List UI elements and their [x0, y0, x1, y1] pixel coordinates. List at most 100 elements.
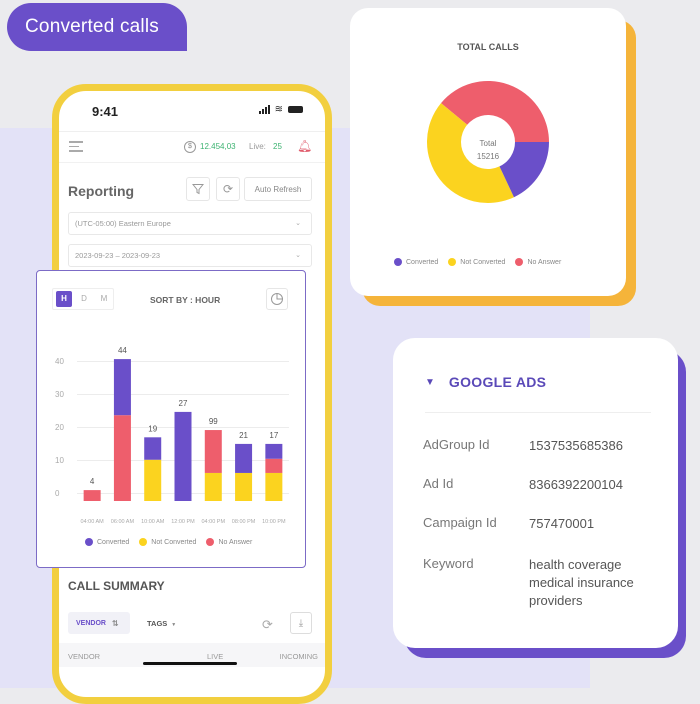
currency-icon: $: [184, 141, 196, 153]
signal-icon: [258, 105, 270, 114]
x-tick-label: 04:00 AM: [81, 519, 105, 525]
headline-badge: Converted calls: [7, 3, 187, 51]
column-header-live[interactable]: LIVE: [207, 652, 223, 661]
ads-key: Campaign Id: [423, 515, 497, 530]
tags-label: TAGS: [147, 619, 168, 628]
donut-center-label: Total: [480, 139, 497, 148]
x-tick-label: 10:00 PM: [262, 519, 286, 525]
toggle-hour[interactable]: H: [56, 291, 72, 307]
bar-segment-converted[interactable]: [144, 437, 162, 460]
x-tick-label: 06:00 AM: [111, 519, 135, 525]
bar-segment-no-answer[interactable]: [83, 490, 101, 501]
x-tick-label: 12:00 PM: [171, 519, 195, 525]
legend-item-converted: Converted: [394, 258, 438, 266]
legend-item-not-converted: Not Converted: [139, 538, 196, 546]
y-tick-label: 30: [55, 390, 64, 399]
date-range-select[interactable]: 2023-09-23 – 2023-09-23 ⌄: [68, 244, 312, 267]
date-range-value: 2023-09-23 – 2023-09-23: [75, 251, 161, 260]
tags-dropdown[interactable]: TAGS ▼: [147, 619, 176, 628]
bar-segment-converted[interactable]: [174, 411, 192, 501]
auto-refresh-button[interactable]: Auto Refresh: [244, 177, 312, 201]
legend-item-no-answer: No Answer: [206, 538, 252, 546]
x-tick-label: 08:00 PM: [232, 519, 256, 525]
legend-item-no-answer: No Answer: [515, 258, 561, 266]
google-ads-header[interactable]: ▼ GOOGLE ADS: [425, 374, 546, 390]
reporting-title: Reporting: [68, 183, 135, 199]
live-count: 25: [273, 142, 282, 151]
filter-icon: [192, 184, 204, 195]
x-tick-label: 10:00 AM: [141, 519, 165, 525]
vendor-chip-label: VENDOR: [76, 619, 106, 627]
filter-button[interactable]: [186, 177, 210, 201]
bar-segment-not-converted[interactable]: [265, 472, 283, 501]
app-bar: $ 12.454,03 Live: 25 🔔︎: [59, 131, 325, 163]
legend-label: No Answer: [527, 258, 562, 266]
battery-icon: [288, 106, 303, 113]
total-calls-card: TOTAL CALLS Total 15216 Converted Not Co…: [350, 8, 626, 296]
live-label: Live:: [249, 142, 266, 151]
chevron-down-icon: ⌄: [295, 252, 301, 259]
bar-segment-no-answer[interactable]: [265, 458, 283, 473]
bar-data-label: 44: [118, 346, 127, 355]
google-ads-title: GOOGLE ADS: [448, 374, 547, 390]
bar-data-label: 17: [269, 431, 278, 440]
bar-data-label: 99: [209, 417, 218, 426]
bar-segment-no-answer[interactable]: [204, 430, 222, 473]
bar-segment-no-answer[interactable]: [113, 415, 131, 501]
ads-value: 757470001: [529, 516, 595, 531]
refresh-button[interactable]: ⟳: [216, 177, 240, 201]
caret-down-icon[interactable]: ▼: [425, 377, 435, 388]
bar-data-label: 27: [179, 399, 188, 408]
bar-segment-not-converted[interactable]: [144, 459, 162, 501]
status-time: 9:41: [92, 104, 119, 119]
bar-segment-converted[interactable]: [265, 443, 283, 459]
no-answer-dot-icon: [515, 258, 524, 266]
not-converted-dot-icon: [448, 258, 457, 266]
not-converted-dot-icon: [139, 538, 148, 546]
legend-label: Converted: [97, 538, 130, 546]
hourly-calls-card: 0 10 20 30 40 4 04:00 AM 44 06:00 AM 19 10:00 AM 27…: [36, 270, 306, 568]
toggle-month[interactable]: M: [96, 291, 112, 307]
x-tick-label: 04:00 PM: [202, 519, 226, 525]
sort-icon: ⇅: [111, 618, 119, 628]
legend-label: Not Converted: [151, 538, 197, 546]
converted-dot-icon: [85, 538, 93, 546]
menu-icon[interactable]: [69, 141, 83, 155]
ads-key: Keyword: [423, 556, 474, 571]
pie-chart-button[interactable]: [266, 288, 288, 310]
stacked-bar-chart: 0 10 20 30 40 4 04:00 AM 44 06:00 AM 19 10:00 AM 27…: [55, 346, 289, 525]
y-tick-label: 20: [55, 423, 64, 432]
ads-value: health coverage medical insurance provid…: [529, 557, 634, 608]
download-button[interactable]: ⤓: [290, 612, 312, 634]
google-ads-card: ▼ GOOGLE ADS AdGroup Id 1537535685386 Ad…: [393, 338, 678, 648]
bar-segment-converted[interactable]: [113, 359, 131, 416]
notification-bell-icon[interactable]: 🔔︎: [297, 139, 312, 153]
toggle-day[interactable]: D: [76, 291, 92, 307]
column-header-incoming[interactable]: INCOMING: [280, 652, 318, 661]
donut-center-value: 15216: [477, 152, 500, 161]
sync-icon[interactable]: ⟳: [262, 617, 273, 633]
timezone-select[interactable]: (UTC-05:00) Eastern Europe ⌄: [68, 212, 312, 235]
ads-key: Ad Id: [423, 476, 454, 491]
y-tick-label: 40: [55, 357, 64, 366]
bar-data-label: 21: [239, 431, 248, 440]
legend-item-converted: Converted: [85, 538, 129, 546]
status-bar: 9:41 ≋: [59, 91, 325, 131]
ads-value: 1537535685386: [529, 438, 623, 453]
call-summary-title: CALL SUMMARY: [68, 579, 165, 593]
column-header-vendor[interactable]: VENDOR: [68, 652, 100, 661]
vendor-sort-chip[interactable]: VENDOR ⇅: [68, 612, 130, 634]
y-tick-label: 10: [55, 456, 64, 465]
ads-value: 8366392200104: [529, 477, 623, 492]
status-icons: ≋: [258, 104, 303, 115]
timezone-value: (UTC-05:00) Eastern Europe: [75, 219, 171, 228]
bar-segment-not-converted[interactable]: [204, 472, 222, 501]
balance-value: 12.454,03: [200, 142, 236, 151]
bar-segment-converted[interactable]: [235, 443, 253, 473]
bar-legend: Converted Not Converted No Answer: [85, 538, 252, 546]
wifi-icon: ≋: [274, 104, 283, 115]
donut-chart: Total 15216: [427, 80, 549, 203]
bar-segment-not-converted[interactable]: [235, 472, 253, 501]
divider: [425, 412, 651, 413]
bar-data-label: 4: [90, 477, 95, 486]
